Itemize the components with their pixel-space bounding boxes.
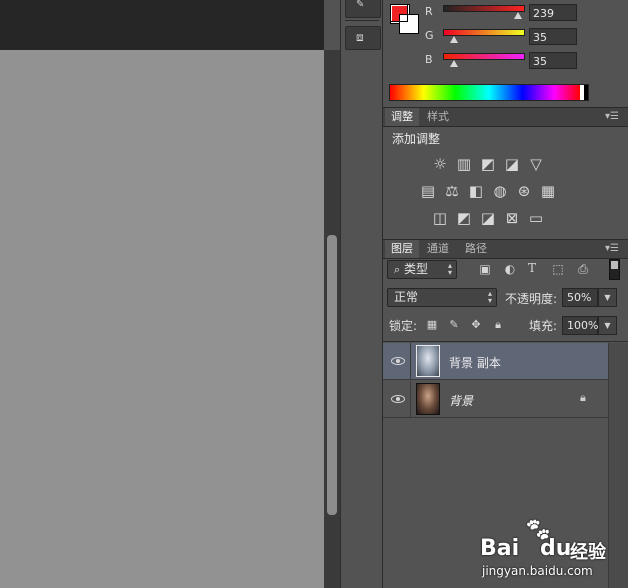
channel-slider-b[interactable] bbox=[443, 53, 525, 60]
color-lookup-icon[interactable]: ▦ bbox=[539, 182, 557, 200]
collapsed-panel-strip: ✎ ⧈ bbox=[340, 0, 383, 588]
layers-list-divider bbox=[383, 341, 628, 342]
lock-image-pixels-icon[interactable]: ✎ bbox=[447, 318, 461, 331]
document-tab-bar bbox=[0, 0, 324, 50]
brush-preset-button[interactable]: ✎ bbox=[345, 0, 381, 18]
tab-adjustments[interactable]: 调整 bbox=[385, 108, 419, 126]
black-white-icon[interactable]: ◧ bbox=[467, 182, 485, 200]
layers-panel-header: 图层 通道 路径 ▾☰ bbox=[383, 239, 628, 259]
exposure-icon[interactable]: ◪ bbox=[503, 155, 521, 173]
layer-name[interactable]: 背景 副本 bbox=[449, 354, 501, 371]
select-arrows-icon: ▴ ▾ bbox=[447, 261, 452, 277]
fill-dropdown-button[interactable]: ▼ bbox=[598, 316, 617, 335]
smart-object-filter-icon[interactable]: ⎙ bbox=[575, 262, 591, 277]
color-balance-icon[interactable]: ⚖ bbox=[443, 182, 461, 200]
layers-panel-menu-icon[interactable]: ▾☰ bbox=[605, 240, 619, 258]
levels-icon[interactable]: ▥ bbox=[455, 155, 473, 173]
filter-kind-value: 类型 bbox=[404, 262, 429, 276]
adjustments-panel-header: 调整 样式 ▾☰ bbox=[383, 107, 628, 127]
layer-name[interactable]: 背景 bbox=[449, 392, 473, 409]
layer-visibility-toggle[interactable] bbox=[383, 381, 411, 417]
selective-color-icon[interactable]: ⊠ bbox=[503, 209, 521, 227]
opacity-label: 不透明度: bbox=[505, 292, 558, 306]
select-arrows-icon: ▴ ▾ bbox=[487, 289, 492, 305]
tab-channels[interactable]: 通道 bbox=[421, 240, 455, 258]
channel-label-g: G bbox=[425, 29, 434, 42]
brightness-contrast-icon[interactable]: ☼ bbox=[431, 155, 449, 173]
channel-label-r: R bbox=[425, 5, 433, 18]
fill-field[interactable]: 100% bbox=[562, 316, 598, 335]
document-canvas[interactable] bbox=[0, 50, 324, 588]
tab-paths[interactable]: 路径 bbox=[459, 240, 493, 258]
layer-lock-icon: 🔒︎ bbox=[580, 391, 586, 404]
canvas-scrollbar-thumb[interactable] bbox=[327, 235, 337, 515]
baidu-jingyan-watermark: 🐾︎ Bai du 经验 jingyan.baidu.com bbox=[472, 518, 622, 582]
shape-filter-icon[interactable]: ⬚ bbox=[550, 262, 566, 276]
blend-mode-value: 正常 bbox=[394, 290, 419, 304]
photo-filter-icon[interactable]: ◍ bbox=[491, 182, 509, 200]
watermark-url: jingyan.baidu.com bbox=[482, 564, 593, 578]
vibrance-icon[interactable]: ▽ bbox=[527, 155, 545, 173]
channel-value-b[interactable]: 35 bbox=[529, 52, 577, 69]
filter-toggle-knob bbox=[611, 261, 618, 269]
invert-icon[interactable]: ◫ bbox=[431, 209, 449, 227]
tab-layers[interactable]: 图层 bbox=[385, 240, 419, 258]
lock-all-icon[interactable]: 🔒︎ bbox=[491, 318, 505, 332]
channel-value-r[interactable]: 239 bbox=[529, 4, 577, 21]
pixel-filter-icon[interactable]: ▣ bbox=[477, 262, 493, 276]
channel-slider-thumb-r[interactable] bbox=[513, 12, 522, 19]
lock-transparent-pixels-icon[interactable]: ▦ bbox=[425, 318, 439, 331]
channel-slider-r[interactable] bbox=[443, 5, 525, 12]
search-icon: ⌕ bbox=[394, 263, 401, 276]
layer-visibility-toggle[interactable] bbox=[383, 343, 411, 379]
channel-value-g[interactable]: 35 bbox=[529, 28, 577, 45]
lock-position-icon[interactable]: ✥ bbox=[469, 318, 483, 331]
foreground-swatch-border bbox=[390, 4, 408, 22]
posterize-icon[interactable]: ◩ bbox=[455, 209, 473, 227]
brush-preset-icon: ✎ bbox=[356, 0, 365, 10]
blend-mode-select[interactable]: 正常 ▴ ▾ bbox=[387, 288, 497, 307]
tab-styles[interactable]: 样式 bbox=[421, 108, 455, 126]
channel-slider-g[interactable] bbox=[443, 29, 525, 36]
layer-thumbnail bbox=[416, 383, 440, 415]
panel-menu-icon[interactable]: ▾☰ bbox=[605, 108, 619, 126]
type-filter-icon[interactable]: T bbox=[524, 261, 540, 275]
layer-row[interactable]: 背景 🔒︎ bbox=[383, 381, 608, 418]
layer-thumbnail bbox=[416, 345, 440, 377]
strip-divider bbox=[345, 20, 379, 21]
channel-slider-thumb-g[interactable] bbox=[449, 36, 458, 43]
watermark-brand-du: du bbox=[540, 536, 572, 561]
color-spectrum-bar[interactable] bbox=[389, 84, 589, 101]
fill-label: 填充: bbox=[529, 319, 558, 333]
filter-toggle-switch[interactable] bbox=[609, 259, 620, 280]
watermark-brand: Bai bbox=[480, 536, 520, 561]
channel-slider-thumb-b[interactable] bbox=[449, 60, 458, 67]
gradient-map-icon[interactable]: ▭ bbox=[527, 209, 545, 227]
channel-label-b: B bbox=[425, 53, 433, 66]
hue-saturation-icon[interactable]: ▤ bbox=[419, 182, 437, 200]
eye-icon bbox=[391, 357, 405, 365]
curves-icon[interactable]: ◩ bbox=[479, 155, 497, 173]
channel-mixer-icon[interactable]: ⊛ bbox=[515, 182, 533, 200]
threshold-icon[interactable]: ◪ bbox=[479, 209, 497, 227]
lock-label: 锁定: bbox=[389, 319, 418, 333]
layer-filter-select[interactable]: ⌕ 类型 ▴ ▾ bbox=[387, 260, 457, 279]
eye-icon bbox=[391, 395, 405, 403]
3d-panel-button[interactable]: ⧈ bbox=[345, 26, 381, 50]
opacity-dropdown-button[interactable]: ▼ bbox=[598, 288, 617, 307]
watermark-brand-jingyan: 经验 bbox=[570, 542, 606, 563]
cube-icon: ⧈ bbox=[356, 30, 364, 44]
adjustments-title: 添加调整 bbox=[392, 132, 441, 146]
layer-row[interactable]: 背景 副本 bbox=[383, 343, 608, 380]
adjustment-filter-icon[interactable]: ◐ bbox=[502, 262, 518, 276]
opacity-field[interactable]: 50% bbox=[562, 288, 598, 307]
